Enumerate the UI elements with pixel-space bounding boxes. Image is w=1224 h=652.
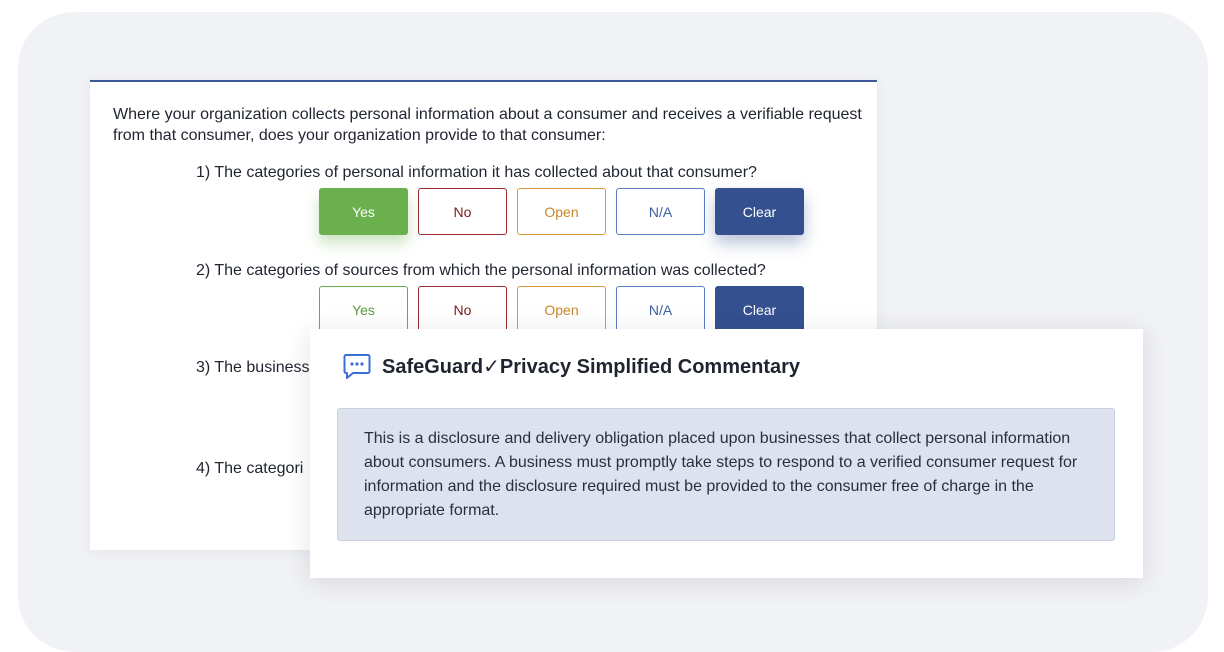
open-button[interactable]: Open — [517, 286, 606, 333]
commentary-title: SafeGuard✓Privacy Simplified Commentary — [382, 355, 801, 378]
question-item-2: 2) The categories of sources from which … — [196, 262, 766, 279]
chat-bubble-icon — [343, 354, 371, 379]
answer-row-1: Yes No Open N/A Clear — [319, 188, 804, 235]
clear-button[interactable]: Clear — [715, 286, 804, 333]
question-item-3: 3) The business — [196, 359, 310, 376]
answer-row-2: Yes No Open N/A Clear — [319, 286, 804, 333]
no-button[interactable]: No — [418, 286, 507, 333]
question-item-4: 4) The categori — [196, 460, 304, 477]
question-item-1: 1) The categories of personal informatio… — [196, 164, 757, 181]
yes-button[interactable]: Yes — [319, 286, 408, 333]
na-button[interactable]: N/A — [616, 188, 705, 235]
commentary-header: SafeGuard✓Privacy Simplified Commentary — [342, 351, 800, 381]
commentary-box: This is a disclosure and delivery obliga… — [337, 408, 1115, 541]
open-button[interactable]: Open — [517, 188, 606, 235]
commentary-card: SafeGuard✓Privacy Simplified Commentary … — [310, 329, 1143, 578]
clear-button[interactable]: Clear — [715, 188, 804, 235]
question-intro: Where your organization collects persona… — [113, 106, 862, 144]
yes-button[interactable]: Yes — [319, 188, 408, 235]
no-button[interactable]: No — [418, 188, 507, 235]
commentary-body: This is a disclosure and delivery obliga… — [364, 430, 1078, 519]
na-button[interactable]: N/A — [616, 286, 705, 333]
